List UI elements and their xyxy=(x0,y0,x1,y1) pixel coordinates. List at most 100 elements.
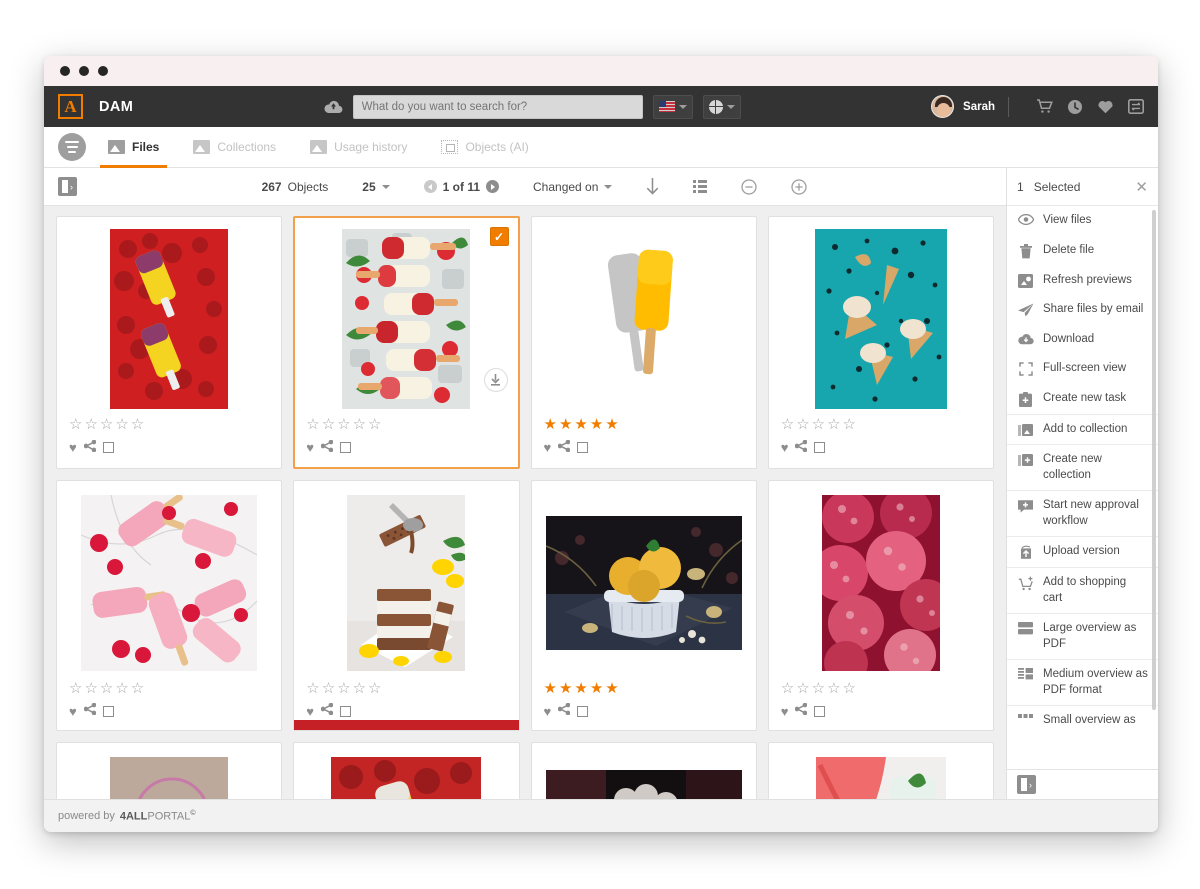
scrollbar-thumb[interactable] xyxy=(1152,210,1156,710)
tab-files[interactable]: Files xyxy=(96,127,171,168)
tab-collections[interactable]: Collections xyxy=(181,127,288,168)
rating-stars[interactable]: ☆☆☆☆☆ xyxy=(306,680,506,698)
file-card[interactable]: ☆☆☆☆☆ ♥ xyxy=(767,479,994,731)
file-card[interactable]: ☆☆☆☆☆ ♥ xyxy=(56,216,283,469)
cloud-upload-icon[interactable] xyxy=(324,100,343,114)
file-card[interactable]: ★★★★★ ♥ xyxy=(530,479,757,731)
select-square-icon[interactable] xyxy=(814,442,826,453)
action-share-files-by-email[interactable]: Share files by email xyxy=(1007,295,1158,325)
file-card-selected[interactable]: ✓ ☆☆☆☆☆ ♥ xyxy=(293,216,520,469)
search-input-wrapper[interactable] xyxy=(352,94,643,119)
rating-stars[interactable]: ☆☆☆☆☆ xyxy=(306,416,506,434)
action-delete-file[interactable]: Delete file xyxy=(1007,236,1158,266)
file-card[interactable]: ☆☆☆☆☆ xyxy=(767,742,994,799)
file-card[interactable]: ☆☆☆☆☆ xyxy=(56,742,283,799)
page-size-selector[interactable]: 25 xyxy=(362,180,390,194)
favorite-heart-icon[interactable]: ♥ xyxy=(781,704,789,719)
rating-stars[interactable]: ☆☆☆☆☆ xyxy=(69,416,269,434)
select-square-icon[interactable] xyxy=(339,705,351,717)
action-create-new-collection[interactable]: Create new collection xyxy=(1007,444,1158,490)
select-square-icon[interactable] xyxy=(339,442,351,453)
favorite-heart-icon[interactable]: ♥ xyxy=(69,440,77,455)
favorite-heart-icon[interactable]: ♥ xyxy=(69,704,77,719)
minus-circle-icon[interactable] xyxy=(741,178,758,195)
object-count-value: 267 xyxy=(261,179,282,194)
arrow-down-icon[interactable] xyxy=(646,178,659,195)
select-square-icon[interactable] xyxy=(814,705,826,717)
select-square-icon[interactable] xyxy=(577,442,589,453)
file-card[interactable]: ☆☆☆☆☆ xyxy=(530,742,757,799)
toggle-right-panel-icon[interactable]: › xyxy=(1017,775,1036,794)
tab-objects-ai[interactable]: Objects (AI) xyxy=(429,127,540,168)
action-small-overview-as[interactable]: Small overview as xyxy=(1007,705,1158,736)
favorite-heart-icon[interactable]: ♥ xyxy=(781,440,789,455)
action-list[interactable]: View files Delete file Refresh previews … xyxy=(1007,206,1158,769)
share-icon[interactable] xyxy=(557,702,571,720)
thumbnail-image xyxy=(545,770,742,799)
file-card[interactable]: ★★★★★ ♥ xyxy=(530,216,757,469)
window-minimize-dot[interactable] xyxy=(79,66,89,76)
favorites-heart-icon[interactable] xyxy=(1097,99,1114,114)
history-clock-icon[interactable] xyxy=(1067,99,1083,115)
language-selector[interactable] xyxy=(652,94,693,119)
thumbnail-wrapper xyxy=(306,755,506,799)
file-grid-scroll[interactable]: ☆☆☆☆☆ ♥ ✓ ☆☆☆☆☆ ♥ ★★★★★ ♥ ☆☆☆☆☆ ♥ ☆☆☆☆☆ … xyxy=(44,206,1006,799)
share-icon[interactable] xyxy=(320,702,334,720)
share-icon[interactable] xyxy=(557,439,571,457)
select-square-icon[interactable] xyxy=(577,705,589,717)
window-maximize-dot[interactable] xyxy=(98,66,108,76)
search-input[interactable] xyxy=(361,100,634,113)
rating-stars[interactable]: ☆☆☆☆☆ xyxy=(69,680,269,698)
select-square-icon[interactable] xyxy=(102,442,114,453)
compare-icon[interactable] xyxy=(1128,99,1144,114)
menu-burger-icon[interactable] xyxy=(58,133,86,161)
file-card[interactable]: ☆☆☆☆☆ ♥ xyxy=(293,479,520,731)
action-refresh-previews[interactable]: Refresh previews xyxy=(1007,266,1158,296)
window-close-dot[interactable] xyxy=(60,66,70,76)
action-view-files[interactable]: View files xyxy=(1007,206,1158,236)
action-large-overview-as-pdf[interactable]: Large overview as PDF xyxy=(1007,613,1158,659)
action-add-to-shopping-cart[interactable]: Add to shopping cart xyxy=(1007,567,1158,613)
app-logo-icon[interactable]: A xyxy=(58,94,83,119)
action-full-screen-view[interactable]: Full-screen view xyxy=(1007,354,1158,384)
select-square-icon[interactable] xyxy=(102,705,114,717)
share-icon[interactable] xyxy=(83,702,97,720)
action-create-new-task[interactable]: Create new task xyxy=(1007,384,1158,414)
favorite-heart-icon[interactable]: ♥ xyxy=(306,704,314,719)
download-circle-icon[interactable] xyxy=(483,368,508,392)
action-download[interactable]: Download xyxy=(1007,325,1158,355)
locale-selector[interactable] xyxy=(702,94,741,119)
favorite-heart-icon[interactable]: ♥ xyxy=(306,440,314,455)
action-upload-version[interactable]: Upload version xyxy=(1007,536,1158,567)
action-start-new-approval-workflow[interactable]: Start new approval workflow xyxy=(1007,490,1158,536)
action-medium-overview-as-pdf[interactable]: Medium overview as PDF format xyxy=(1007,659,1158,705)
rating-stars[interactable]: ★★★★★ xyxy=(544,680,744,698)
plus-circle-icon[interactable] xyxy=(791,178,808,195)
header-center-group xyxy=(133,94,931,119)
close-icon[interactable]: ✕ xyxy=(1135,178,1148,196)
rating-stars[interactable]: ☆☆☆☆☆ xyxy=(781,680,981,698)
previous-page-button[interactable] xyxy=(423,180,437,193)
share-icon[interactable] xyxy=(795,439,808,457)
share-icon[interactable] xyxy=(320,439,334,457)
list-view-icon[interactable] xyxy=(693,180,708,193)
rating-stars[interactable]: ☆☆☆☆☆ xyxy=(781,416,981,434)
tab-usage-history[interactable]: Usage history xyxy=(298,127,419,168)
rating-stars[interactable]: ★★★★★ xyxy=(544,416,744,434)
shopping-cart-icon[interactable] xyxy=(1036,99,1053,114)
object-count-label: Objects xyxy=(287,179,329,194)
checkmark-icon[interactable]: ✓ xyxy=(489,227,509,246)
share-icon[interactable] xyxy=(795,702,808,720)
action-add-to-collection[interactable]: Add to collection xyxy=(1007,413,1158,445)
sort-selector[interactable]: Changed on xyxy=(533,180,613,194)
avatar[interactable] xyxy=(931,95,955,118)
file-card[interactable]: ☆☆☆☆☆ ♥ xyxy=(767,216,994,469)
share-icon[interactable] xyxy=(83,439,97,457)
next-page-button[interactable] xyxy=(486,180,500,193)
pagination: 1 of 11 xyxy=(423,180,500,194)
toggle-left-panel-icon[interactable]: › xyxy=(58,177,77,196)
file-card[interactable]: ☆☆☆☆☆ xyxy=(293,742,520,799)
file-card[interactable]: ☆☆☆☆☆ ♥ xyxy=(56,479,283,731)
favorite-heart-icon[interactable]: ♥ xyxy=(544,704,552,719)
favorite-heart-icon[interactable]: ♥ xyxy=(544,440,552,455)
